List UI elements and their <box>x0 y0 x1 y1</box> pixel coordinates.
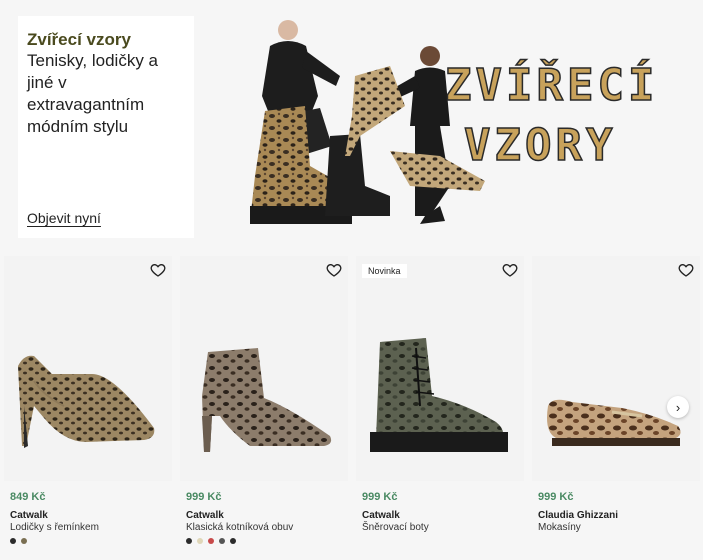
product-image[interactable] <box>180 256 348 481</box>
promo-subtitle: Tenisky, lodičky a jiné v extravagantním… <box>27 51 159 136</box>
product-brand: Catwalk <box>186 510 224 521</box>
product-price: 849 Kč <box>10 491 46 503</box>
promo-banner[interactable]: Zvířecí vzory Tenisky, lodičky a jiné v … <box>4 4 699 246</box>
product-name: Lodičky s řemínkem <box>10 522 99 533</box>
new-badge: Novinka <box>362 264 407 278</box>
color-swatch[interactable] <box>230 538 236 544</box>
carousel-next-button[interactable]: › <box>667 396 689 418</box>
lace-up-boot-image <box>370 338 508 452</box>
product-card[interactable]: Novinka 999 Kč Catwalk Šněrovací boty <box>356 256 524 556</box>
color-swatch[interactable] <box>208 538 214 544</box>
product-card[interactable]: 849 Kč Catwalk Lodičky s řemínkem <box>4 256 172 556</box>
product-image[interactable]: Novinka <box>356 256 524 481</box>
promo-art-text-line1: ZVÍŘECÍ <box>444 59 659 112</box>
product-name: Mokasíny <box>538 522 581 533</box>
color-swatch[interactable] <box>197 538 203 544</box>
product-name: Klasická kotníková obuv <box>186 522 294 533</box>
heart-icon[interactable] <box>326 262 342 278</box>
color-swatches <box>10 538 27 544</box>
product-name: Šněrovací boty <box>362 522 429 533</box>
product-price: 999 Kč <box>538 491 574 503</box>
heart-icon[interactable] <box>150 262 166 278</box>
color-swatches <box>186 538 236 544</box>
heart-icon[interactable] <box>678 262 694 278</box>
promo-image[interactable]: ZVÍŘECÍ VZORY <box>240 16 660 241</box>
product-brand: Catwalk <box>362 510 400 521</box>
promo-title: Zvířecí vzory <box>27 30 131 49</box>
strap-pump-image <box>18 355 155 448</box>
heart-icon[interactable] <box>502 262 518 278</box>
color-swatch[interactable] <box>10 538 16 544</box>
promo-card: Zvířecí vzory Tenisky, lodičky a jiné v … <box>18 16 194 238</box>
loafer-image <box>547 399 681 446</box>
product-brand: Catwalk <box>10 510 48 521</box>
promo-art-text-line2: VZORY <box>463 119 617 172</box>
color-swatch[interactable] <box>21 538 27 544</box>
product-carousel: 849 Kč Catwalk Lodičky s řemínkem 999 Kč… <box>0 250 703 560</box>
ankle-boot-image <box>202 348 332 452</box>
product-price: 999 Kč <box>362 491 398 503</box>
discover-now-link[interactable]: Objevit nyní <box>27 210 101 226</box>
product-image[interactable] <box>532 256 700 481</box>
product-brand: Claudia Ghizzani <box>538 510 619 521</box>
color-swatch[interactable] <box>219 538 225 544</box>
product-price: 999 Kč <box>186 491 222 503</box>
product-card[interactable]: 999 Kč Catwalk Klasická kotníková obuv <box>180 256 348 556</box>
product-image[interactable] <box>4 256 172 481</box>
chevron-right-icon: › <box>675 399 681 415</box>
color-swatch[interactable] <box>186 538 192 544</box>
